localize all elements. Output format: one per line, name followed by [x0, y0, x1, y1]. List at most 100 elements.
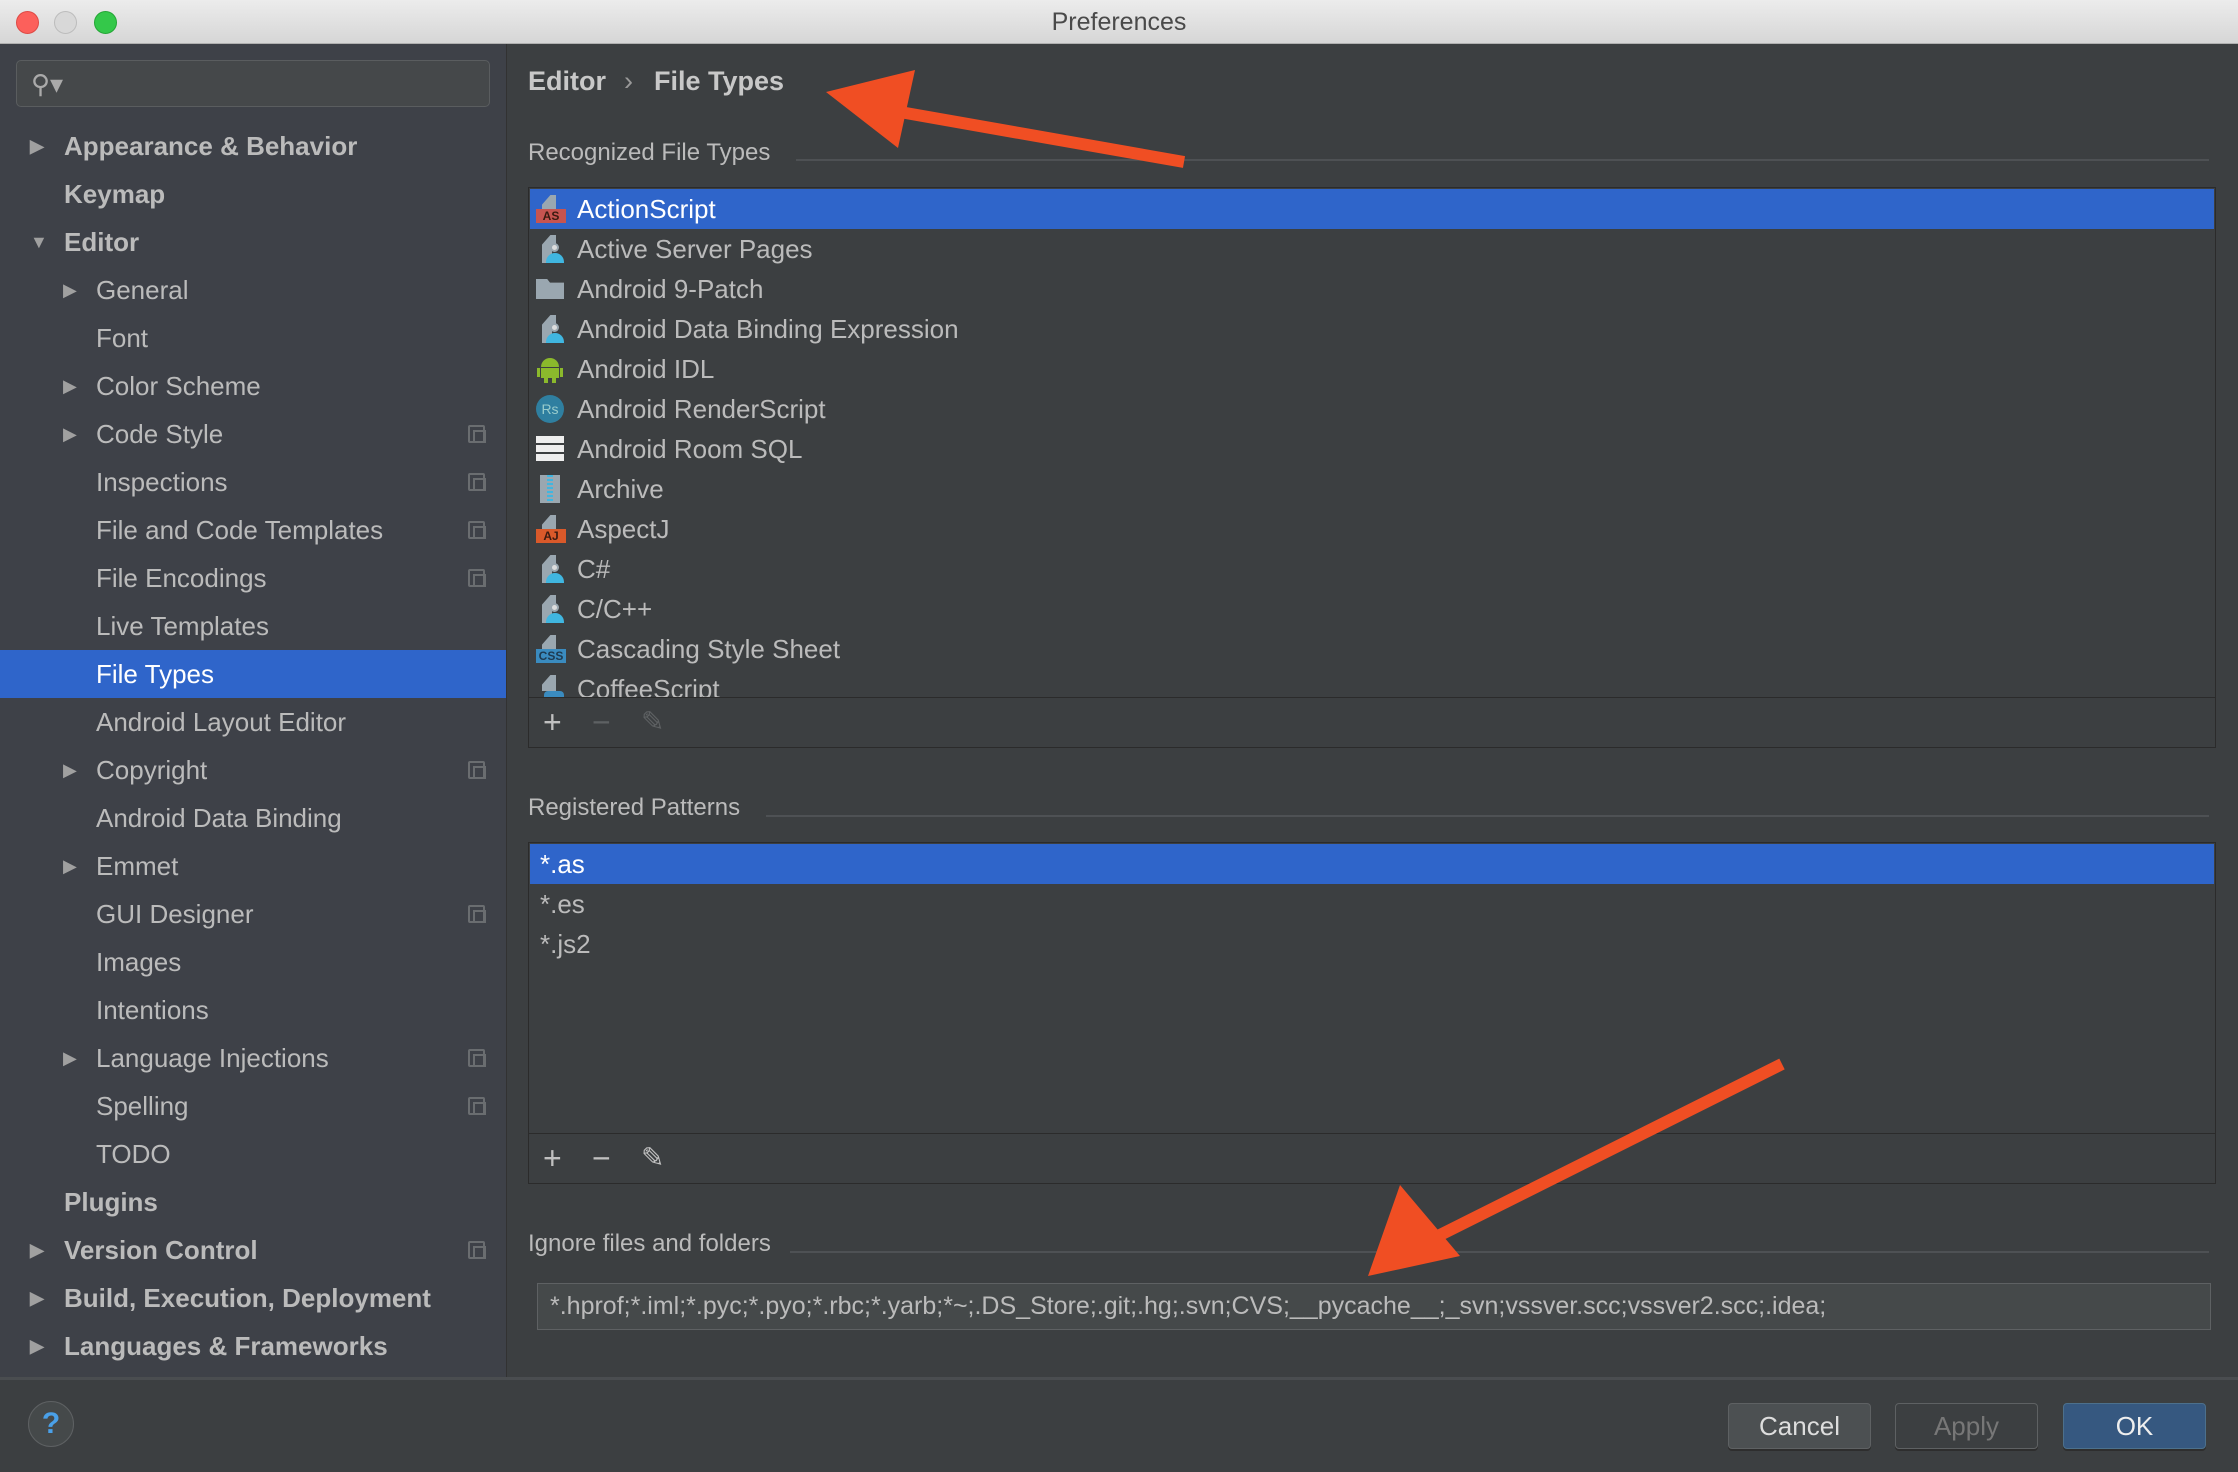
- file-type-label: Android Room SQL: [577, 434, 803, 464]
- sidebar-item-keymap[interactable]: Keymap: [0, 170, 506, 218]
- file-type-row[interactable]: CSS Cascading Style Sheet: [530, 629, 2214, 669]
- project-settings-icon: [468, 905, 486, 923]
- file-type-row[interactable]: Android IDL: [530, 349, 2214, 389]
- pattern-row[interactable]: *.as: [530, 844, 2214, 884]
- file-type-row[interactable]: Android Room SQL: [530, 429, 2214, 469]
- sidebar-item-todo[interactable]: TODO: [0, 1130, 506, 1178]
- folder-file-icon: [536, 275, 564, 303]
- sidebar-item-file-encodings[interactable]: File Encodings: [0, 554, 506, 602]
- cancel-button[interactable]: Cancel: [1728, 1403, 1871, 1449]
- divider: [766, 815, 2209, 817]
- sidebar-item-label: Build, Execution, Deployment: [64, 1283, 431, 1313]
- edit-pattern-button[interactable]: ✎: [641, 1139, 664, 1177]
- file-type-row[interactable]: Rs Android RenderScript: [530, 389, 2214, 429]
- add-file-type-button[interactable]: +: [543, 703, 562, 741]
- file-type-row[interactable]: Active Server Pages: [530, 229, 2214, 269]
- project-settings-icon: [468, 1241, 486, 1259]
- remove-file-type-button[interactable]: −: [592, 703, 611, 741]
- sidebar-item-file-and-code-templates[interactable]: File and Code Templates: [0, 506, 506, 554]
- breadcrumb-separator-icon: ›: [624, 66, 633, 96]
- sidebar-item-color-scheme[interactable]: ▶ Color Scheme: [0, 362, 506, 410]
- project-settings-icon: [468, 1097, 486, 1115]
- expand-right-icon[interactable]: ▶: [63, 410, 77, 458]
- sidebar-item-images[interactable]: Images: [0, 938, 506, 986]
- archive-file-icon: [536, 475, 564, 503]
- pattern-label: *.as: [540, 849, 585, 879]
- minimize-window-button[interactable]: [54, 11, 77, 34]
- file-type-row[interactable]: C#: [530, 549, 2214, 589]
- registered-patterns-list[interactable]: *.as *.es *.js2: [528, 842, 2216, 1134]
- sidebar-item-language-injections[interactable]: ▶ Language Injections: [0, 1034, 506, 1082]
- sidebar-item-live-templates[interactable]: Live Templates: [0, 602, 506, 650]
- project-settings-icon: [468, 521, 486, 539]
- sidebar-item-build-execution-deployment[interactable]: ▶ Build, Execution, Deployment: [0, 1274, 506, 1322]
- sidebar-item-inspections[interactable]: Inspections: [0, 458, 506, 506]
- sidebar-item-version-control[interactable]: ▶ Version Control: [0, 1226, 506, 1274]
- recognized-file-types-list[interactable]: AS ActionScript Active Server Pages Android…: [528, 187, 2216, 698]
- close-window-button[interactable]: [16, 11, 39, 34]
- expand-right-icon[interactable]: ▶: [30, 122, 44, 170]
- sidebar-item-label: Images: [96, 947, 182, 977]
- sidebar-item-android-data-binding[interactable]: Android Data Binding: [0, 794, 506, 842]
- expand-right-icon[interactable]: ▶: [63, 746, 77, 794]
- sidebar-item-label: Languages & Frameworks: [64, 1331, 388, 1361]
- divider: [790, 1251, 2209, 1253]
- pattern-row[interactable]: *.js2: [530, 924, 2214, 964]
- sidebar-item-emmet[interactable]: ▶ Emmet: [0, 842, 506, 890]
- project-settings-icon: [468, 569, 486, 587]
- expand-right-icon[interactable]: ▶: [63, 842, 77, 890]
- edit-file-type-button[interactable]: ✎: [641, 703, 664, 741]
- sidebar-item-languages-frameworks[interactable]: ▶ Languages & Frameworks: [0, 1322, 506, 1370]
- sidebar-item-general[interactable]: ▶ General: [0, 266, 506, 314]
- expand-right-icon[interactable]: ▶: [63, 362, 77, 410]
- sidebar-item-code-style[interactable]: ▶ Code Style: [0, 410, 506, 458]
- expand-right-icon[interactable]: ▶: [30, 1226, 44, 1274]
- file-type-row[interactable]: AJ AspectJ: [530, 509, 2214, 549]
- project-settings-icon: [468, 425, 486, 443]
- sidebar-item-label: Intentions: [96, 995, 209, 1025]
- sidebar-item-label: Spelling: [96, 1091, 189, 1121]
- file-type-row[interactable]: CoffeeScript: [530, 669, 2214, 697]
- sidebar-item-editor[interactable]: ▼ Editor: [0, 218, 506, 266]
- help-button[interactable]: ?: [28, 1401, 74, 1447]
- sidebar-item-intentions[interactable]: Intentions: [0, 986, 506, 1034]
- file-type-row[interactable]: AS ActionScript: [530, 189, 2214, 229]
- registered-patterns-label: Registered Patterns: [528, 794, 741, 821]
- sidebar-item-label: Editor: [64, 227, 140, 257]
- ignore-files-label: Ignore files and folders: [528, 1230, 771, 1257]
- add-pattern-button[interactable]: +: [543, 1139, 562, 1177]
- ok-button[interactable]: OK: [2063, 1403, 2206, 1449]
- sidebar-item-spelling[interactable]: Spelling: [0, 1082, 506, 1130]
- sidebar-item-android-layout-editor[interactable]: Android Layout Editor: [0, 698, 506, 746]
- expand-right-icon[interactable]: ▶: [63, 1034, 77, 1082]
- pattern-row[interactable]: *.es: [530, 884, 2214, 924]
- breadcrumb-parent[interactable]: Editor: [528, 66, 606, 97]
- expand-right-icon[interactable]: ▶: [30, 1274, 44, 1322]
- apply-button[interactable]: Apply: [1895, 1403, 2038, 1449]
- sidebar-item-copyright[interactable]: ▶ Copyright: [0, 746, 506, 794]
- expand-right-icon[interactable]: ▶: [30, 1322, 44, 1370]
- file-type-row[interactable]: C/C++: [530, 589, 2214, 629]
- file-type-row[interactable]: Android Data Binding Expression: [530, 309, 2214, 349]
- file-type-row[interactable]: Android 9-Patch: [530, 269, 2214, 309]
- search-input[interactable]: ⚲▾: [16, 60, 490, 107]
- file-type-row[interactable]: Archive: [530, 469, 2214, 509]
- expand-down-icon[interactable]: ▼: [30, 218, 48, 266]
- sidebar-item-label: Live Templates: [96, 611, 269, 641]
- expand-right-icon[interactable]: ▶: [63, 266, 77, 314]
- title-bar: Preferences: [0, 0, 2238, 44]
- sidebar-item-file-types[interactable]: File Types: [0, 650, 506, 698]
- sidebar-item-appearance-behavior[interactable]: ▶ Appearance & Behavior: [0, 122, 506, 170]
- zoom-window-button[interactable]: [94, 11, 117, 34]
- sidebar-item-label: Android Data Binding: [96, 803, 342, 833]
- rs-file-icon: Rs: [536, 395, 564, 423]
- sidebar-item-gui-designer[interactable]: GUI Designer: [0, 890, 506, 938]
- sidebar-item-plugins[interactable]: Plugins: [0, 1178, 506, 1226]
- ignore-files-input[interactable]: *.hprof;*.iml;*.pyc;*.pyo;*.rbc;*.yarb;*…: [537, 1283, 2211, 1330]
- remove-pattern-button[interactable]: −: [592, 1139, 611, 1177]
- sidebar-item-font[interactable]: Font: [0, 314, 506, 362]
- project-settings-icon: [468, 761, 486, 779]
- coffee-file-icon: [536, 675, 564, 697]
- css-file-icon: CSS: [536, 635, 566, 663]
- window-title: Preferences: [1051, 8, 1187, 36]
